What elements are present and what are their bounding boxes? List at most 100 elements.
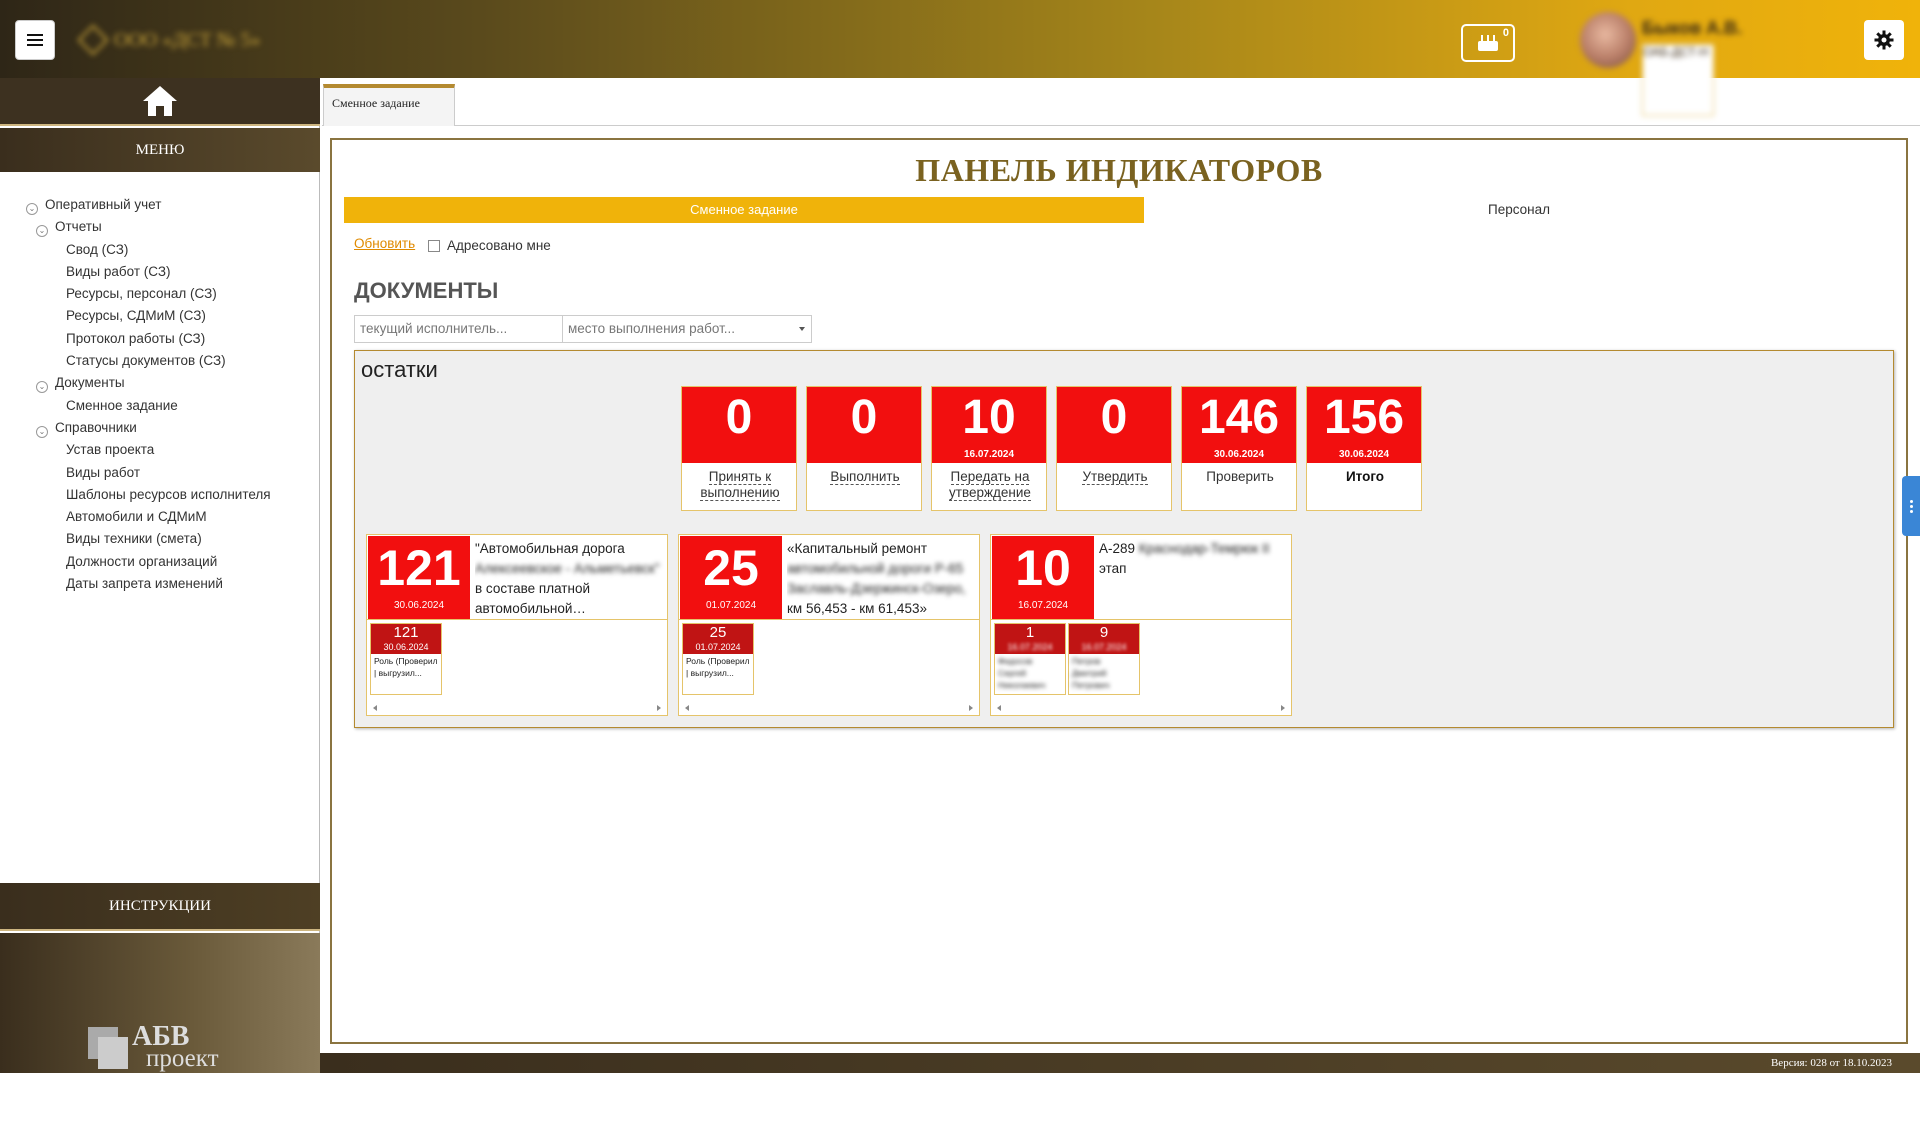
- sidebar-item[interactable]: Устав проекта: [26, 439, 271, 461]
- arrow-right-icon[interactable]: [1281, 705, 1285, 711]
- birthdays-button[interactable]: 0: [1461, 24, 1515, 62]
- arrow-left-icon[interactable]: [373, 705, 377, 711]
- sub-indicator-value: 9: [1099, 624, 1109, 641]
- project-date: 30.06.2024: [393, 600, 445, 611]
- sub-indicator-value: 121: [393, 624, 419, 641]
- page-tab-strip: Сменное задание: [322, 80, 1920, 126]
- collapse-toggle-icon[interactable]: ⌄: [26, 203, 38, 215]
- sidebar-item-label: Оперативный учет: [45, 197, 162, 212]
- remainders-box: остатки 0 Принять к выполнению 0 Выполни…: [354, 350, 1894, 728]
- sidebar-item[interactable]: Ресурсы, СДМиМ (СЗ): [26, 305, 271, 327]
- executor-select-placeholder: текущий исполнитель...: [360, 321, 508, 336]
- sidebar-item[interactable]: Виды работ: [26, 462, 271, 484]
- settings-button[interactable]: [1864, 20, 1904, 60]
- sidebar-item-label: Ресурсы, персонал (СЗ): [66, 286, 217, 302]
- sub-indicator[interactable]: 1 16.07.2024 Федосов Сергей Николаевич: [994, 623, 1066, 695]
- project-title-part: этап: [1099, 561, 1127, 576]
- horizontal-scrollbar[interactable]: [369, 703, 665, 713]
- collapse-toggle-icon[interactable]: ⌄: [36, 225, 48, 238]
- indicator-panel: ПАНЕЛЬ ИНДИКАТОРОВ Сменное задание Персо…: [330, 138, 1908, 1044]
- collapse-toggle-icon[interactable]: ⌄: [36, 381, 48, 394]
- sub-indicator-date: 16.07.2024: [1007, 642, 1053, 652]
- arrow-left-icon[interactable]: [997, 705, 1001, 711]
- sidebar-item[interactable]: Должности организаций: [26, 551, 271, 573]
- indicator-approve[interactable]: 0 Утвердить: [1056, 386, 1172, 511]
- project-title: «Капитальный ремонт автомобильной дороги…: [787, 539, 977, 619]
- project-card[interactable]: 121 30.06.2024 "Автомобильная дорога Алек…: [366, 534, 668, 716]
- indicator-label: Утвердить: [1082, 469, 1148, 485]
- indicator-label: Итого: [1345, 469, 1385, 484]
- refresh-link[interactable]: Обновить: [354, 236, 415, 251]
- sub-indicator[interactable]: 121 30.06.2024 Роль (Проверил | выгрузил.…: [370, 623, 442, 695]
- sub-indicator-value: 25: [709, 624, 727, 641]
- sidebar-item[interactable]: Виды техники (смета): [26, 528, 271, 550]
- indicator-value: 146: [1198, 391, 1280, 444]
- sidebar-item-label: Шаблоны ресурсов исполнителя: [66, 486, 271, 502]
- sidebar-item[interactable]: Статусы документов (СЗ): [26, 350, 271, 372]
- sidebar-item-label: Виды техники (смета): [66, 531, 202, 547]
- indicator-accept[interactable]: 0 Принять к выполнению: [681, 386, 797, 511]
- side-panel-toggle[interactable]: [1902, 476, 1920, 536]
- work-place-select[interactable]: место выполнения работ...: [562, 315, 812, 343]
- indicator-execute[interactable]: 0 Выполнить: [806, 386, 922, 511]
- sidebar-item[interactable]: Свод (СЗ): [26, 239, 271, 261]
- sidebar-item[interactable]: Виды работ (СЗ): [26, 261, 271, 283]
- project-card[interactable]: 10 16.07.2024 А-289 Краснодар-Темрюк II э…: [990, 534, 1292, 716]
- arrow-left-icon[interactable]: [685, 705, 689, 711]
- sidebar-item-label: Сменное задание: [66, 397, 178, 413]
- arrow-right-icon[interactable]: [969, 705, 973, 711]
- cake-icon: [1478, 35, 1498, 51]
- user-profile[interactable]: Быков А.В. ОАБ-ДСТ-Н: [1580, 12, 1780, 116]
- page-title: ПАНЕЛЬ ИНДИКАТОРОВ: [915, 152, 1323, 188]
- sidebar-item[interactable]: Даты запрета изменений: [26, 573, 271, 595]
- tab-shift-task-indicators[interactable]: Сменное задание: [344, 197, 1144, 223]
- arrow-right-icon[interactable]: [657, 705, 661, 711]
- project-title-part: "Автомобильная дорога: [475, 541, 625, 556]
- sidebar-item[interactable]: Автомобили и СДМиМ: [26, 506, 271, 528]
- indicator-value: 156: [1323, 391, 1405, 444]
- instructions-button[interactable]: ИНСТРУКЦИИ: [0, 883, 320, 931]
- sidebar-item[interactable]: Шаблоны ресурсов исполнителя: [26, 484, 271, 506]
- sub-indicator[interactable]: 25 01.07.2024 Роль (Проверил | выгрузил..…: [682, 623, 754, 695]
- abv-logo-icon: [88, 1027, 128, 1069]
- indicator-date: 16.07.2024: [963, 449, 1015, 460]
- sidebar-item-label: Должности организаций: [66, 553, 218, 569]
- home-icon: [143, 86, 177, 116]
- sidebar-item[interactable]: Ресурсы, персонал (СЗ): [26, 283, 271, 305]
- menu-tree: ⌄ Оперативный учет ⌄ Отчеты Свод (СЗ) Виды ра…: [26, 194, 271, 595]
- hamburger-menu-button[interactable]: [15, 20, 55, 60]
- indicator-label: Проверить: [1206, 469, 1274, 484]
- sub-indicator-text: Федосов Сергей Николаевич: [998, 656, 1046, 690]
- indicator-value: 10: [962, 391, 1016, 444]
- horizontal-scrollbar[interactable]: [993, 703, 1289, 713]
- sidebar-item[interactable]: Сменное задание: [26, 395, 271, 417]
- project-title-part: км 56,453 - км 61,453»: [787, 601, 927, 616]
- sidebar-item-label: Отчеты: [55, 219, 102, 235]
- sidebar-item[interactable]: ⌄ Отчеты: [26, 216, 271, 238]
- sidebar-item-label: Устав проекта: [66, 442, 155, 458]
- sidebar-item-label: Виды работ: [66, 464, 141, 480]
- home-button[interactable]: [0, 78, 320, 126]
- indicator-total[interactable]: 156 30.06.2024 Итого: [1306, 386, 1422, 511]
- tab-shift-task[interactable]: Сменное задание: [323, 84, 455, 126]
- project-title-part: «Капитальный ремонт: [787, 541, 928, 556]
- indicator-date: 30.06.2024: [1213, 449, 1265, 460]
- sub-indicator[interactable]: 9 16.07.2024 Петров Дмитрий Петрович: [1068, 623, 1140, 695]
- indicator-send-for-approval[interactable]: 10 16.07.2024 Передать на утверждение: [931, 386, 1047, 511]
- project-title-part: автомобильной дороги Р-65 Заславль-Дзерж…: [787, 561, 966, 596]
- sidebar: МЕНЮ ⌄ Оперативный учет ⌄ Отчеты Свод (СЗ) Ви…: [0, 78, 320, 1131]
- sidebar-item-label: Документы: [55, 375, 125, 391]
- sidebar-item[interactable]: Протокол работы (СЗ): [26, 328, 271, 350]
- sidebar-item[interactable]: ⌄ Оперативный учет: [26, 194, 271, 216]
- indicator-label: Передать на утверждение: [949, 469, 1031, 501]
- sidebar-item[interactable]: ⌄ Документы: [26, 372, 271, 394]
- project-card[interactable]: 25 01.07.2024 «Капитальный ремонт автомоб…: [678, 534, 980, 716]
- tab-personnel[interactable]: Персонал: [1144, 197, 1894, 223]
- horizontal-scrollbar[interactable]: [681, 703, 977, 713]
- collapse-toggle-icon[interactable]: ⌄: [36, 425, 48, 438]
- assigned-to-me-label: Адресовано мне: [447, 238, 551, 253]
- sidebar-item-label: Справочники: [55, 419, 137, 435]
- assigned-to-me-checkbox[interactable]: [428, 240, 440, 252]
- indicator-check[interactable]: 146 30.06.2024 Проверить: [1181, 386, 1297, 511]
- sidebar-item[interactable]: ⌄ Справочники: [26, 417, 271, 439]
